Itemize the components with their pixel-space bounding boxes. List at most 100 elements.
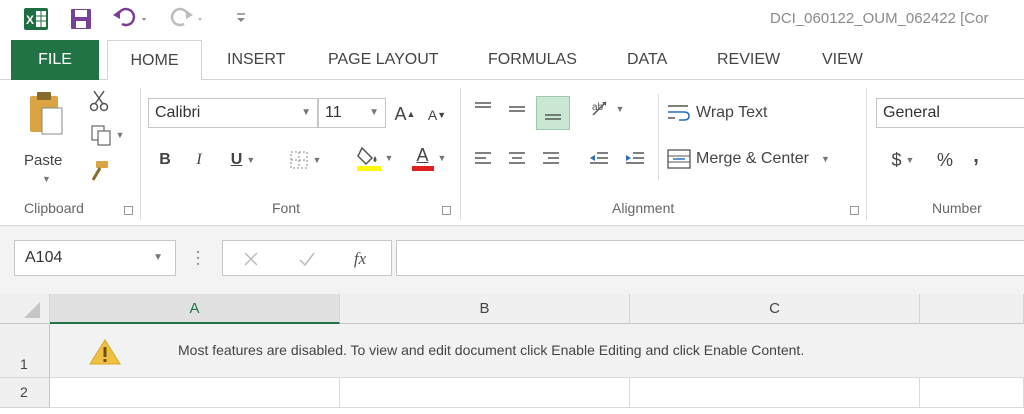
orientation-button[interactable]: ab ▼ [584, 96, 630, 122]
protected-view-warning: Most features are disabled. To view and … [50, 324, 1024, 378]
italic-button[interactable]: I [186, 146, 212, 174]
chevron-down-icon: ▼ [312, 155, 322, 165]
merge-center-button[interactable]: Merge & Center ▼ [666, 144, 862, 174]
font-color-glyph: A [416, 144, 429, 165]
down-caret-icon: ▼ [437, 110, 447, 120]
wrap-text-button[interactable]: Wrap Text [666, 98, 786, 128]
grow-font-button[interactable]: A ▲ [392, 100, 418, 128]
select-all-corner[interactable] [0, 294, 50, 324]
save-icon[interactable] [70, 8, 92, 30]
increase-indent-icon[interactable] [620, 146, 650, 172]
divider [140, 88, 141, 220]
row-header-1[interactable]: 1 [0, 324, 50, 378]
merge-center-label: Merge & Center [696, 150, 809, 167]
chevron-down-icon: ▼ [153, 252, 163, 263]
font-size-combo[interactable]: 11 ▼ [318, 98, 386, 128]
name-box[interactable]: A104 ▼ [14, 240, 176, 276]
column-header-d[interactable] [920, 294, 1024, 324]
align-middle-icon[interactable] [504, 96, 530, 122]
font-color-button[interactable]: A ▼ [404, 142, 454, 174]
chevron-down-icon: ▼ [301, 107, 311, 118]
decrease-indent-icon[interactable] [584, 146, 614, 172]
up-caret-icon: ▲ [406, 109, 416, 119]
undo-icon[interactable] [112, 6, 152, 30]
divider [460, 88, 461, 220]
worksheet-grid: A B C 1 2 Most features are disabled. To… [0, 294, 1024, 414]
paste-button[interactable]: Paste ▼ [18, 86, 78, 186]
merge-center-icon [667, 149, 691, 169]
shrink-font-button[interactable]: A ▼ [424, 102, 450, 128]
tab-formulas[interactable]: FORMULAS [488, 40, 577, 80]
warning-icon [88, 338, 122, 366]
format-painter-icon[interactable] [86, 158, 112, 184]
excel-logo-icon: X [24, 8, 48, 30]
ribbon: Paste ▼ ▼ Clipboard Calibri ▼ 11 ▼ A ▲ A… [0, 80, 1024, 226]
document-title: DCI_060122_OUM_062422 [Cor [770, 10, 989, 27]
font-launcher-icon[interactable] [442, 206, 451, 215]
formula-buttons: fx [222, 240, 392, 276]
align-left-icon[interactable] [470, 146, 496, 172]
tab-insert[interactable]: INSERT [227, 40, 285, 80]
divider [658, 94, 659, 180]
clipboard-group-label: Clipboard [24, 200, 84, 216]
cell-b2[interactable] [340, 378, 630, 408]
align-bottom-icon[interactable] [536, 96, 570, 130]
column-header-c[interactable]: C [630, 294, 920, 324]
warning-message: Most features are disabled. To view and … [178, 342, 805, 358]
formula-bar: A104 ▼ fx [0, 226, 1024, 294]
currency-button[interactable]: $ ▼ [880, 146, 926, 174]
wrap-text-icon [668, 105, 690, 121]
chevron-down-icon: ▼ [615, 104, 625, 114]
formula-input[interactable] [396, 240, 1024, 276]
number-format-combo[interactable]: General [876, 98, 1024, 128]
underline-button[interactable]: U ▼ [220, 146, 266, 174]
cancel-entry-icon[interactable] [237, 245, 265, 273]
divider [866, 88, 867, 220]
orientation-icon: ab [592, 101, 607, 116]
alignment-launcher-icon[interactable] [850, 206, 859, 215]
tab-data[interactable]: DATA [627, 40, 667, 80]
paste-dropdown-icon: ▼ [42, 174, 51, 184]
paint-bucket-icon [356, 146, 381, 171]
tab-home[interactable]: HOME [107, 40, 202, 81]
number-group-label: Number [932, 200, 982, 216]
chevron-down-icon: ▼ [820, 154, 830, 164]
borders-icon [290, 151, 308, 169]
clipboard-launcher-icon[interactable] [124, 206, 133, 215]
chevron-down-icon: ▼ [246, 155, 256, 165]
svg-text:X: X [26, 13, 34, 27]
align-top-icon[interactable] [470, 96, 496, 122]
cell-c2[interactable] [630, 378, 920, 408]
customize-qat-icon[interactable] [234, 10, 248, 26]
ribbon-tab-bar: FILE HOME INSERT PAGE LAYOUT FORMULAS DA… [0, 40, 1024, 81]
fill-color-button[interactable]: ▼ [350, 142, 400, 174]
paste-label: Paste [24, 152, 63, 169]
font-name-combo[interactable]: Calibri ▼ [148, 98, 318, 128]
row-header-2[interactable]: 2 [0, 378, 50, 408]
cell-a2[interactable] [50, 378, 340, 408]
borders-button[interactable]: ▼ [276, 146, 334, 174]
align-center-icon[interactable] [504, 146, 530, 172]
paste-icon [26, 90, 66, 142]
cut-icon[interactable] [86, 88, 112, 114]
cell-d2[interactable] [920, 378, 1024, 408]
select-all-icon [24, 302, 40, 318]
tab-review[interactable]: REVIEW [717, 40, 780, 80]
formula-bar-grip-icon [196, 248, 200, 268]
column-header-a[interactable]: A [50, 294, 340, 324]
confirm-entry-icon[interactable] [293, 245, 321, 273]
bold-button[interactable]: B [152, 146, 178, 174]
redo-icon[interactable] [170, 6, 210, 30]
align-right-icon[interactable] [538, 146, 564, 172]
copy-icon[interactable]: ▼ [84, 122, 130, 148]
percent-button[interactable]: % [932, 146, 958, 174]
comma-style-button[interactable]: , [966, 142, 986, 170]
font-group-label: Font [272, 200, 301, 216]
tab-page-layout[interactable]: PAGE LAYOUT [328, 40, 439, 80]
chevron-down-icon: ▼ [369, 107, 379, 118]
insert-function-button[interactable]: fx [345, 245, 375, 273]
wrap-text-label: Wrap Text [696, 104, 768, 121]
tab-file[interactable]: FILE [11, 40, 99, 80]
tab-view[interactable]: VIEW [822, 40, 863, 80]
column-header-b[interactable]: B [340, 294, 630, 324]
